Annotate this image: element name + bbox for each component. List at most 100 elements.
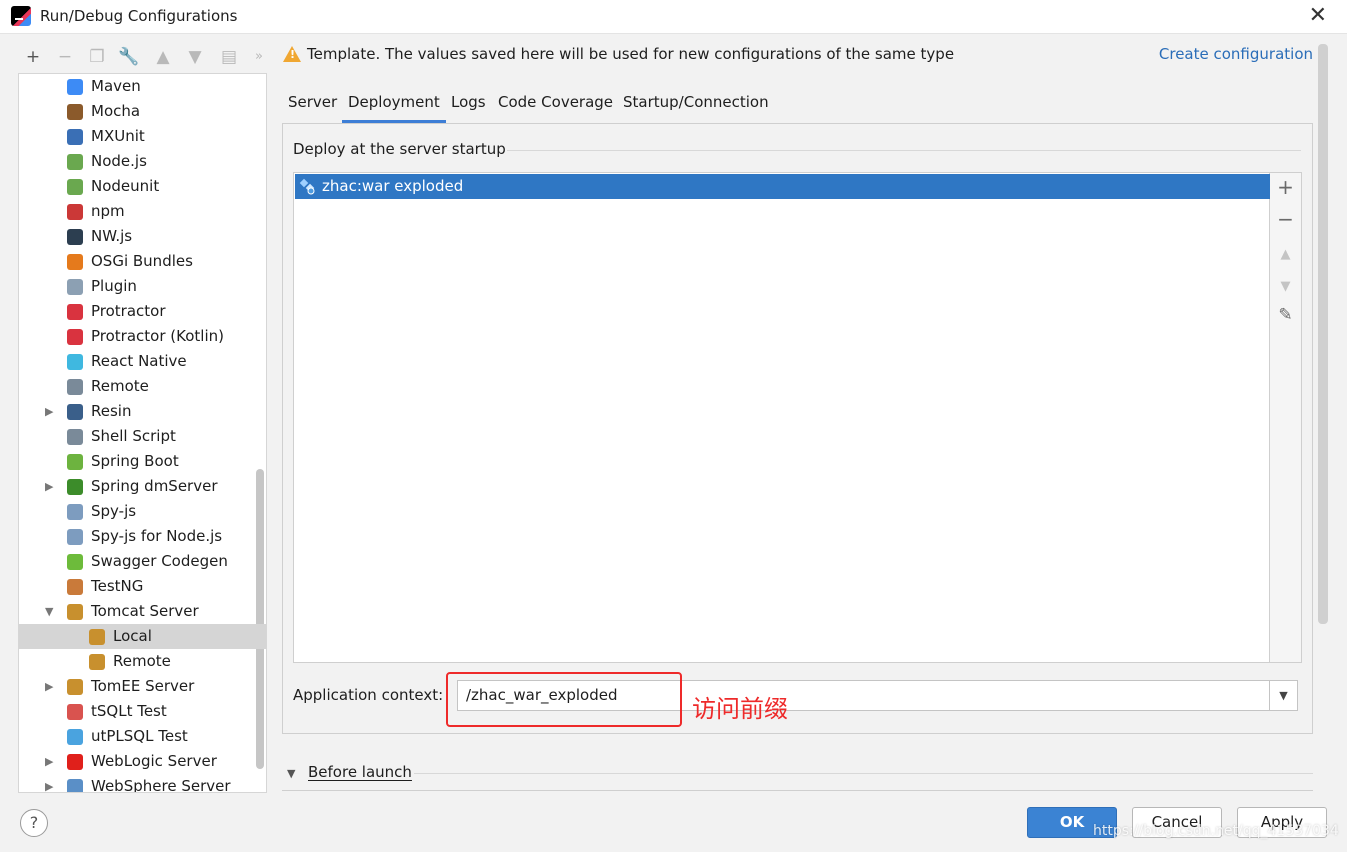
move-down-artifact-icon[interactable]: ▼	[1270, 279, 1301, 294]
before-launch-border	[282, 790, 1313, 791]
deployment-side-toolbar: + − ▲ ▼ ✎	[1270, 172, 1302, 663]
tree-item[interactable]: Spring Boot	[19, 449, 255, 474]
tree-item-label: Local	[113, 627, 152, 645]
chevron-right-icon[interactable]: ▶	[45, 399, 53, 424]
remove-artifact-icon[interactable]: −	[1270, 207, 1301, 231]
create-configuration-link[interactable]: Create configuration	[1159, 45, 1313, 63]
tomcat-icon	[67, 604, 83, 620]
nwjs-icon	[67, 229, 83, 245]
tree-item[interactable]: ▶ WebLogic Server	[19, 749, 255, 774]
tree-item[interactable]: tSQLt Test	[19, 699, 255, 724]
tab-deployment[interactable]: Deployment	[342, 89, 446, 123]
add-configuration-icon[interactable]: +	[22, 46, 44, 68]
tree-item[interactable]: Nodeunit	[19, 174, 255, 199]
tree-item-label: tSQLt Test	[91, 702, 167, 720]
tree-item[interactable]: ▶ WebSphere Server	[19, 774, 255, 793]
section-divider	[507, 150, 1301, 151]
tree-item-label: TestNG	[91, 577, 144, 595]
tree-item-label: npm	[91, 202, 125, 220]
wrench-icon[interactable]: 🔧	[118, 46, 140, 68]
deploy-section-title: Deploy at the server startup	[293, 140, 506, 158]
shell-script-icon	[67, 429, 83, 445]
tree-item-label: WebSphere Server	[91, 777, 231, 793]
chevron-down-icon[interactable]: ▼	[45, 599, 53, 624]
tree-item[interactable]: Maven	[19, 74, 255, 99]
tree-item[interactable]: Remote	[19, 374, 255, 399]
tree-item-label: Swagger Codegen	[91, 552, 228, 570]
tree-scrollbar[interactable]	[256, 469, 264, 769]
edit-artifact-icon[interactable]: ✎	[1270, 305, 1301, 325]
tree-item-label: Resin	[91, 402, 132, 420]
tree-item-label: Shell Script	[91, 427, 176, 445]
add-artifact-icon[interactable]: +	[1270, 175, 1301, 199]
remove-configuration-icon[interactable]: −	[54, 46, 76, 68]
tree-item-label: Protractor	[91, 302, 166, 320]
deployment-list: zhac:war exploded	[293, 172, 1270, 663]
tree-item[interactable]: ▶ Resin	[19, 399, 255, 424]
tree-item[interactable]: ▶ TomEE Server	[19, 674, 255, 699]
before-launch-divider	[414, 773, 1313, 774]
tree-item-label: OSGi Bundles	[91, 252, 193, 270]
tree-item-label: Node.js	[91, 152, 147, 170]
tree-item-label: WebLogic Server	[91, 752, 217, 770]
tab-code-coverage[interactable]: Code Coverage	[498, 89, 613, 123]
new-folder-icon[interactable]: ▤	[218, 46, 240, 68]
tab-logs[interactable]: Logs	[451, 89, 486, 123]
tree-item-label: Spring Boot	[91, 452, 179, 470]
help-button[interactable]: ?	[20, 809, 48, 837]
template-note: Template. The values saved here will be …	[307, 45, 955, 63]
resin-icon	[67, 404, 83, 420]
tree-item[interactable]: Protractor	[19, 299, 255, 324]
tree-item[interactable]: npm	[19, 199, 255, 224]
close-window-button[interactable]: ✕	[1309, 3, 1327, 28]
tree-item-label: Spring dmServer	[91, 477, 218, 495]
tree-item[interactable]: MXUnit	[19, 124, 255, 149]
apply-button[interactable]: Apply	[1237, 807, 1327, 838]
tree-item[interactable]: React Native	[19, 349, 255, 374]
tree-item-label: Plugin	[91, 277, 137, 295]
weblogic-icon	[67, 754, 83, 770]
artifact-row[interactable]: zhac:war exploded	[295, 174, 1270, 199]
tab-startup-connection[interactable]: Startup/Connection	[623, 89, 769, 123]
configuration-tree: Maven Mocha MXUnit Node.js Nodeunit npm NW.js O…	[18, 73, 267, 793]
chevron-right-icon[interactable]: ▶	[45, 474, 53, 499]
tree-item[interactable]: Local	[19, 624, 266, 649]
tree-item[interactable]: ▼ Tomcat Server	[19, 599, 255, 624]
tree-item-label: Spy-js for Node.js	[91, 527, 223, 545]
tree-item-label: TomEE Server	[91, 677, 195, 695]
tree-item[interactable]: TestNG	[19, 574, 255, 599]
tree-item[interactable]: Spy-js for Node.js	[19, 524, 255, 549]
tree-item[interactable]: Mocha	[19, 99, 255, 124]
copy-configuration-icon[interactable]: ❐	[86, 46, 108, 68]
tree-item[interactable]: Remote	[19, 649, 255, 674]
tree-item-label: MXUnit	[91, 127, 145, 145]
tree-item[interactable]: ▶ Spring dmServer	[19, 474, 255, 499]
cancel-button[interactable]: Cancel	[1132, 807, 1222, 838]
move-up-artifact-icon[interactable]: ▲	[1270, 247, 1301, 262]
tree-item[interactable]: Swagger Codegen	[19, 549, 255, 574]
tab-server[interactable]: Server	[288, 89, 337, 123]
tomcat-remote-icon	[89, 654, 105, 670]
chevron-right-icon[interactable]: ▶	[45, 674, 53, 699]
intellij-app-icon	[11, 6, 31, 26]
chevron-right-icon[interactable]: ▶	[45, 774, 53, 792]
chevron-down-icon[interactable]: ▼	[1269, 681, 1297, 710]
tree-item[interactable]: OSGi Bundles	[19, 249, 255, 274]
collapse-triangle-icon[interactable]: ▼	[287, 767, 295, 780]
tree-item[interactable]: Plugin	[19, 274, 255, 299]
move-down-icon[interactable]: ▼	[184, 46, 206, 68]
websphere-icon	[67, 779, 83, 792]
tree-item[interactable]: Node.js	[19, 149, 255, 174]
remote-icon	[67, 379, 83, 395]
chevron-right-icon[interactable]: ▶	[45, 749, 53, 774]
tree-item[interactable]: Spy-js	[19, 499, 255, 524]
ok-button[interactable]: OK	[1027, 807, 1117, 838]
more-actions-icon[interactable]: »	[248, 46, 270, 68]
tree-item-label: Protractor (Kotlin)	[91, 327, 224, 345]
tree-item[interactable]: Protractor (Kotlin)	[19, 324, 255, 349]
tree-item[interactable]: NW.js	[19, 224, 255, 249]
tree-item[interactable]: Shell Script	[19, 424, 255, 449]
tree-item[interactable]: utPLSQL Test	[19, 724, 255, 749]
right-scrollbar[interactable]	[1318, 44, 1328, 624]
move-up-icon[interactable]: ▲	[152, 46, 174, 68]
